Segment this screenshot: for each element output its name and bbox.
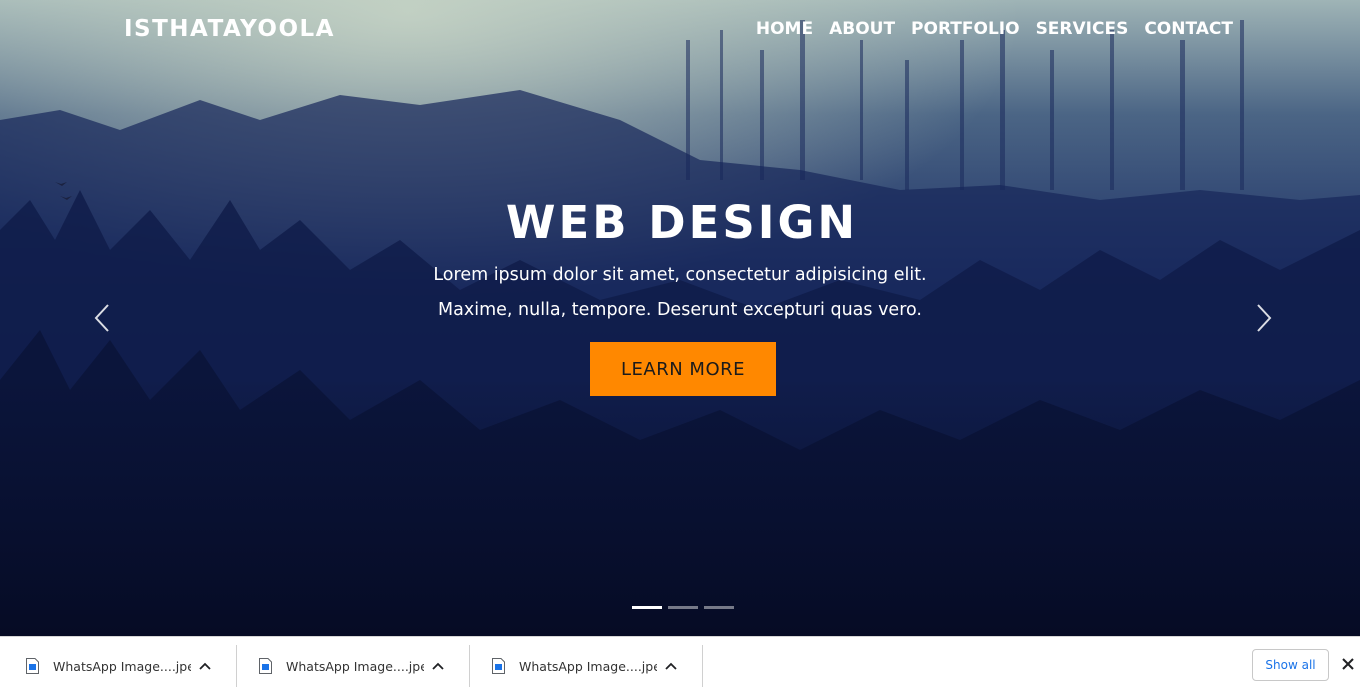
image-file-icon [259, 658, 272, 674]
learn-more-button[interactable]: LEARN MORE [590, 342, 776, 396]
close-icon[interactable] [1338, 654, 1358, 674]
main-nav: HOME ABOUT PORTFOLIO SERVICES CONTACT [756, 15, 1233, 43]
site-brand-logo[interactable]: ISTHATAYOOLA [124, 13, 335, 45]
download-filename: WhatsApp Image....jpeg [519, 658, 657, 674]
image-file-icon [492, 658, 505, 674]
carousel-indicator-1[interactable] [632, 606, 662, 609]
slide-description-line-1: Lorem ipsum dolor sit amet, consectetur … [433, 265, 927, 285]
download-item[interactable]: WhatsApp Image....jpeg [237, 645, 470, 687]
chevron-up-icon[interactable] [428, 656, 448, 676]
nav-about-link[interactable]: ABOUT [829, 15, 895, 43]
carousel-prev-button[interactable] [82, 298, 122, 338]
slide-caption: WEB DESIGN Lorem ipsum dolor sit amet, c… [0, 194, 1360, 328]
download-item[interactable]: WhatsApp Image....jpeg [470, 645, 703, 687]
chevron-up-icon[interactable] [195, 656, 215, 676]
nav-home-link[interactable]: HOME [756, 15, 813, 43]
nav-contact-link[interactable]: CONTACT [1144, 15, 1233, 43]
nav-services-link[interactable]: SERVICES [1036, 15, 1129, 43]
download-shelf: WhatsApp Image....jpeg WhatsApp Image...… [0, 636, 1360, 694]
chevron-up-icon[interactable] [661, 656, 681, 676]
download-item[interactable]: WhatsApp Image....jpeg [4, 645, 237, 687]
carousel-next-button[interactable] [1244, 298, 1284, 338]
image-file-icon [26, 658, 39, 674]
chevron-right-icon [1257, 304, 1272, 332]
nav-portfolio-link[interactable]: PORTFOLIO [911, 15, 1020, 43]
chevron-left-icon [94, 304, 109, 332]
carousel-indicators [632, 606, 734, 609]
hero-carousel: ISTHATAYOOLA HOME ABOUT PORTFOLIO SERVIC… [0, 0, 1360, 636]
show-all-downloads-button[interactable]: Show all [1252, 649, 1329, 681]
carousel-indicator-2[interactable] [668, 606, 698, 609]
slide-title: WEB DESIGN [505, 196, 859, 249]
carousel-indicator-3[interactable] [704, 606, 734, 609]
download-filename: WhatsApp Image....jpeg [53, 658, 191, 674]
download-filename: WhatsApp Image....jpeg [286, 658, 424, 674]
slide-description-line-2: Maxime, nulla, tempore. Deserunt exceptu… [438, 300, 922, 320]
